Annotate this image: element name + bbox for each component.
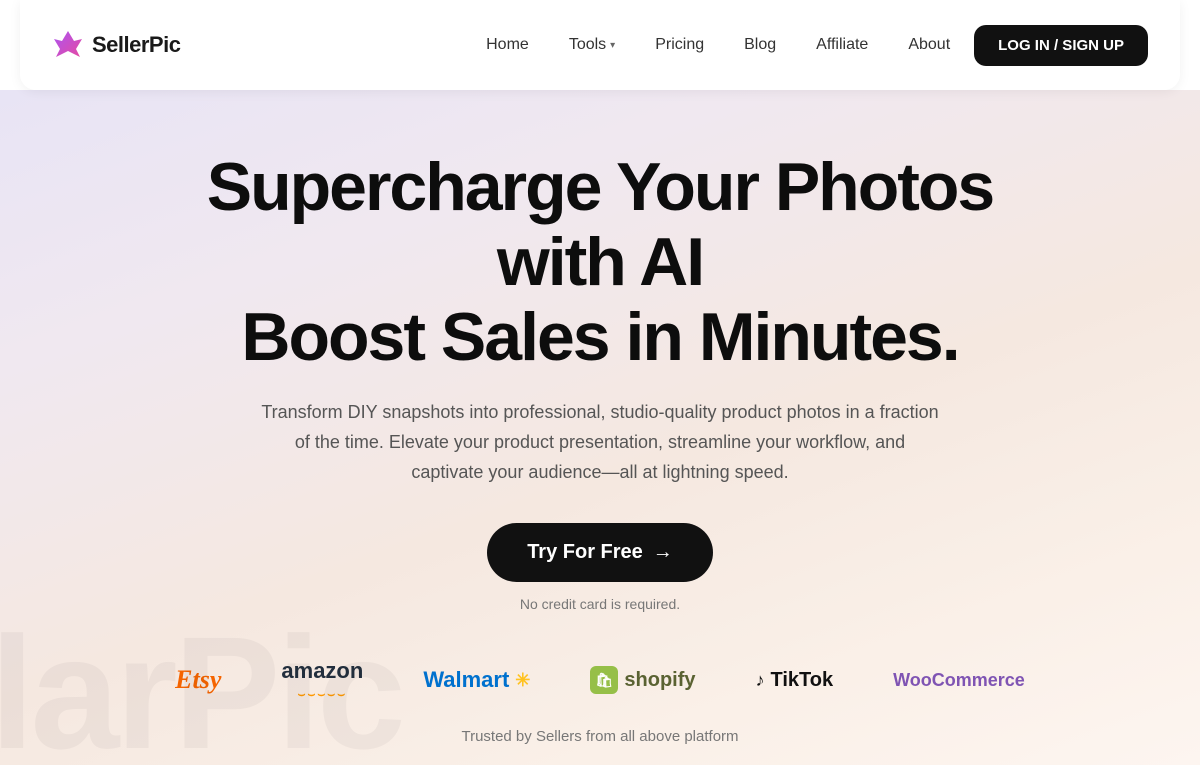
nav-links: Home Tools ▾ Pricing Blog Affiliate <box>470 25 1148 66</box>
login-button[interactable]: LOG IN / SIGN UP <box>974 25 1148 66</box>
hero-title: Supercharge Your Photos with AI Boost Sa… <box>170 150 1030 374</box>
nav-blog[interactable]: Blog <box>728 28 792 62</box>
walmart-logo: Walmart✳ <box>423 667 530 693</box>
brand-name: SellerPic <box>92 32 180 58</box>
hero-section: Supercharge Your Photos with AI Boost Sa… <box>0 90 1200 765</box>
shopify-bag-icon: 🛍 <box>590 666 618 694</box>
trusted-text: Trusted by Sellers from all above platfo… <box>461 728 738 745</box>
nav-about[interactable]: About <box>892 28 966 62</box>
cta-button[interactable]: Try For Free → <box>487 523 713 582</box>
chevron-down-icon: ▾ <box>610 40 615 51</box>
nav-affiliate[interactable]: Affiliate <box>800 28 884 62</box>
logo[interactable]: SellerPic <box>52 29 180 61</box>
shopify-logo: 🛍 shopify <box>590 666 695 694</box>
etsy-logo: Etsy <box>175 665 221 695</box>
navbar: SellerPic Home Tools ▾ Pricing Blog A <box>20 0 1180 90</box>
nav-tools[interactable]: Tools ▾ <box>553 28 631 62</box>
arrow-right-icon: → <box>653 541 673 564</box>
platforms-row: Etsy amazon ⌣⌣⌣⌣⌣ Walmart✳ 🛍 shopify ♪ T… <box>0 660 1200 700</box>
nav-home[interactable]: Home <box>470 28 545 62</box>
tiktok-logo: ♪ TikTok <box>756 669 834 692</box>
no-credit-card-text: No credit card is required. <box>520 596 680 612</box>
hero-subtitle: Transform DIY snapshots into professiona… <box>260 398 940 487</box>
amazon-logo: amazon ⌣⌣⌣⌣⌣ <box>281 660 363 700</box>
woocommerce-logo: WooCommerce <box>893 670 1025 691</box>
tiktok-icon: ♪ <box>756 670 765 691</box>
nav-pricing[interactable]: Pricing <box>639 28 720 62</box>
